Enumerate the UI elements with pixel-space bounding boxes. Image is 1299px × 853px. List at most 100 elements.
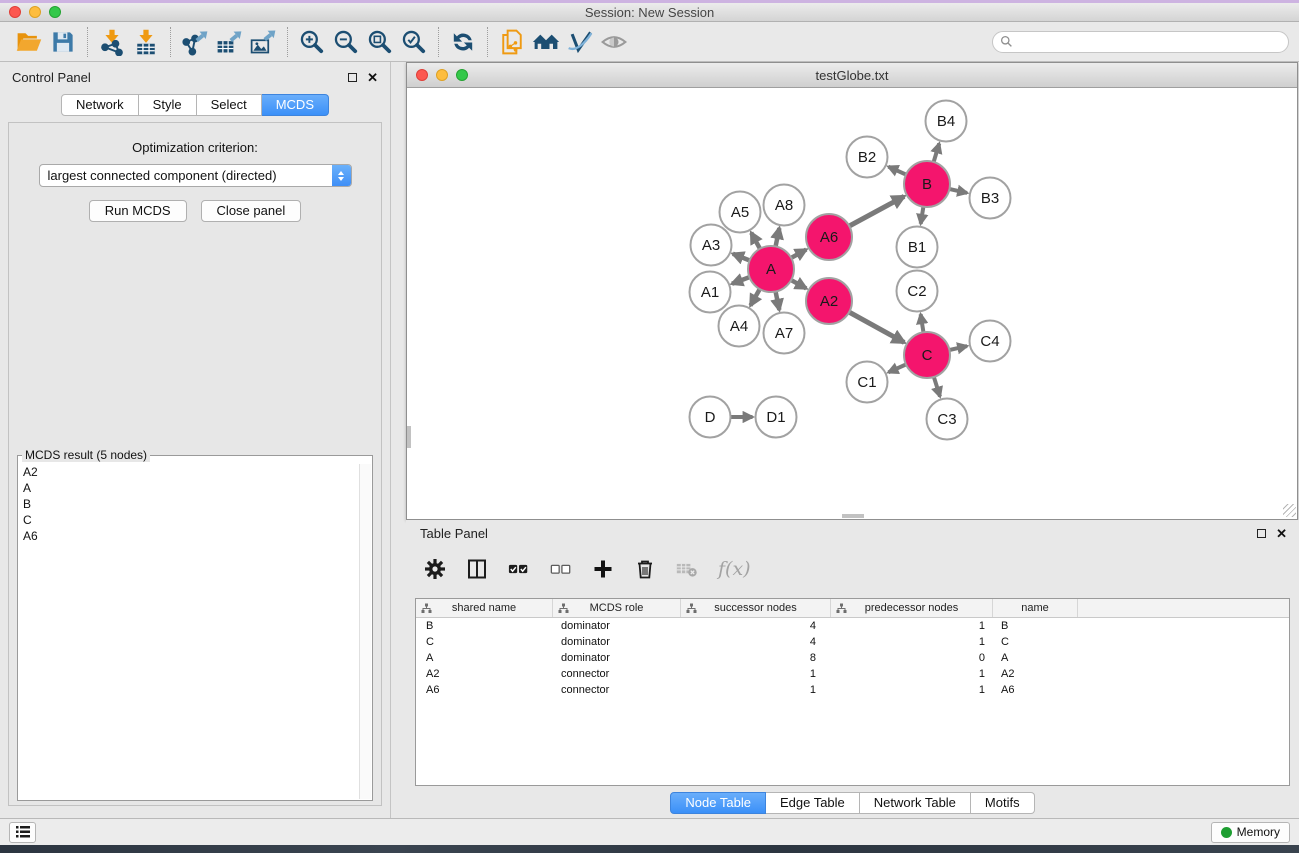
table-cell[interactable]: 1 [831,620,993,632]
close-panel-button[interactable]: Close panel [201,200,302,222]
unselect-all-columns-icon[interactable] [550,555,572,583]
tab-edge-table[interactable]: Edge Table [766,792,860,814]
table-cell[interactable]: A2 [993,668,1078,680]
graph-node-A2[interactable]: A2 [806,278,852,324]
tab-network[interactable]: Network [61,94,139,116]
graph-node-A4[interactable]: A4 [719,306,760,347]
table-row[interactable]: Adominator80A [416,650,1289,666]
canvas-left-scroll-tick[interactable] [407,426,411,448]
zoom-selected-icon[interactable] [397,26,431,58]
table-cell[interactable]: 8 [681,652,831,664]
network-canvas[interactable]: B4B2BB3B1C2A5A8A3A6AA1A2A4A7CC4C1C3DD1 [407,88,1297,518]
run-mcds-button[interactable]: Run MCDS [89,200,187,222]
graph-node-A3[interactable]: A3 [691,225,732,266]
table-cell[interactable]: 4 [681,636,831,648]
column-header[interactable]: successor nodes [681,599,831,617]
float-panel-icon[interactable] [348,73,357,82]
graph-node-C3[interactable]: C3 [927,399,968,440]
home-layout-icon[interactable] [529,26,563,58]
network-window-titlebar[interactable]: testGlobe.txt [407,63,1297,88]
graph-node-B[interactable]: B [904,161,950,207]
graph-node-A6[interactable]: A6 [806,214,852,260]
toggle-graphics-details-icon[interactable] [563,26,597,58]
column-header[interactable]: MCDS role [553,599,681,617]
graph-node-D1[interactable]: D1 [756,397,797,438]
table-cell[interactable]: dominator [553,636,681,648]
table-cell[interactable]: A6 [993,684,1078,696]
refresh-network-icon[interactable] [446,26,480,58]
table-cell[interactable]: A [416,652,553,664]
window-resize-grip[interactable] [1283,504,1296,517]
tab-motifs[interactable]: Motifs [971,792,1035,814]
zoom-out-icon[interactable] [329,26,363,58]
table-cell[interactable]: 1 [681,668,831,680]
graph-node-D[interactable]: D [690,397,731,438]
clone-network-icon[interactable] [495,26,529,58]
show-column-panel-icon[interactable] [466,555,488,583]
table-cell[interactable]: 4 [681,620,831,632]
memory-button[interactable]: Memory [1211,822,1290,843]
table-cell[interactable]: connector [553,668,681,680]
zoom-in-icon[interactable] [295,26,329,58]
table-cell[interactable]: B [416,620,553,632]
table-cell[interactable]: 1 [681,684,831,696]
canvas-bottom-scroll-tick[interactable] [842,514,864,518]
function-builder-icon[interactable]: f(x) [718,555,751,583]
table-cell[interactable]: 1 [831,668,993,680]
search-input[interactable] [1013,35,1288,49]
delete-table-icon[interactable] [676,555,698,583]
search-box[interactable] [992,31,1289,53]
graph-node-A7[interactable]: A7 [764,313,805,354]
table-cell[interactable]: dominator [553,652,681,664]
tab-select[interactable]: Select [197,94,262,116]
graph-node-B4[interactable]: B4 [926,101,967,142]
eye-icon[interactable] [597,26,631,58]
table-options-icon[interactable] [424,555,446,583]
graph-node-B1[interactable]: B1 [897,227,938,268]
graph-node-C1[interactable]: C1 [847,362,888,403]
tab-node-table[interactable]: Node Table [670,792,766,814]
mcds-result-item[interactable]: A [19,480,359,496]
graph-node-A8[interactable]: A8 [764,185,805,226]
mcds-result-scrollbar[interactable] [359,464,371,799]
column-header[interactable]: name [993,599,1078,617]
table-cell[interactable]: 1 [831,684,993,696]
table-cell[interactable]: 1 [831,636,993,648]
create-column-icon[interactable] [592,555,614,583]
table-cell[interactable]: connector [553,684,681,696]
column-header[interactable]: shared name [416,599,553,617]
graph-node-A[interactable]: A [748,246,794,292]
delete-columns-icon[interactable] [634,555,656,583]
table-row[interactable]: A6connector11A6 [416,682,1289,698]
import-network-icon[interactable] [95,26,129,58]
export-network-icon[interactable] [178,26,212,58]
graph-node-B3[interactable]: B3 [970,178,1011,219]
table-row[interactable]: Bdominator41B [416,618,1289,634]
table-cell[interactable]: 0 [831,652,993,664]
network-graph[interactable]: B4B2BB3B1C2A5A8A3A6AA1A2A4A7CC4C1C3DD1 [407,88,1297,509]
graph-node-C[interactable]: C [904,332,950,378]
table-cell[interactable]: C [993,636,1078,648]
graph-node-B2[interactable]: B2 [847,137,888,178]
table-cell[interactable]: C [416,636,553,648]
close-panel-icon[interactable]: ✕ [367,71,378,84]
mcds-result-item[interactable]: B [19,496,359,512]
table-cell[interactable]: B [993,620,1078,632]
graph-node-A5[interactable]: A5 [720,192,761,233]
table-row[interactable]: Cdominator41C [416,634,1289,650]
mcds-result-item[interactable]: A2 [19,464,359,480]
table-cell[interactable]: A [993,652,1078,664]
select-all-columns-icon[interactable] [508,555,530,583]
tab-style[interactable]: Style [139,94,197,116]
column-header[interactable]: predecessor nodes [831,599,993,617]
mcds-result-item[interactable]: A6 [19,528,359,544]
export-table-icon[interactable] [212,26,246,58]
save-session-icon[interactable] [46,26,80,58]
float-table-panel-icon[interactable] [1257,529,1266,538]
table-cell[interactable]: A6 [416,684,553,696]
zoom-fit-icon[interactable] [363,26,397,58]
graph-node-C4[interactable]: C4 [970,321,1011,362]
table-row[interactable]: A2connector11A2 [416,666,1289,682]
mcds-result-item[interactable]: C [19,512,359,528]
open-file-icon[interactable] [12,26,46,58]
